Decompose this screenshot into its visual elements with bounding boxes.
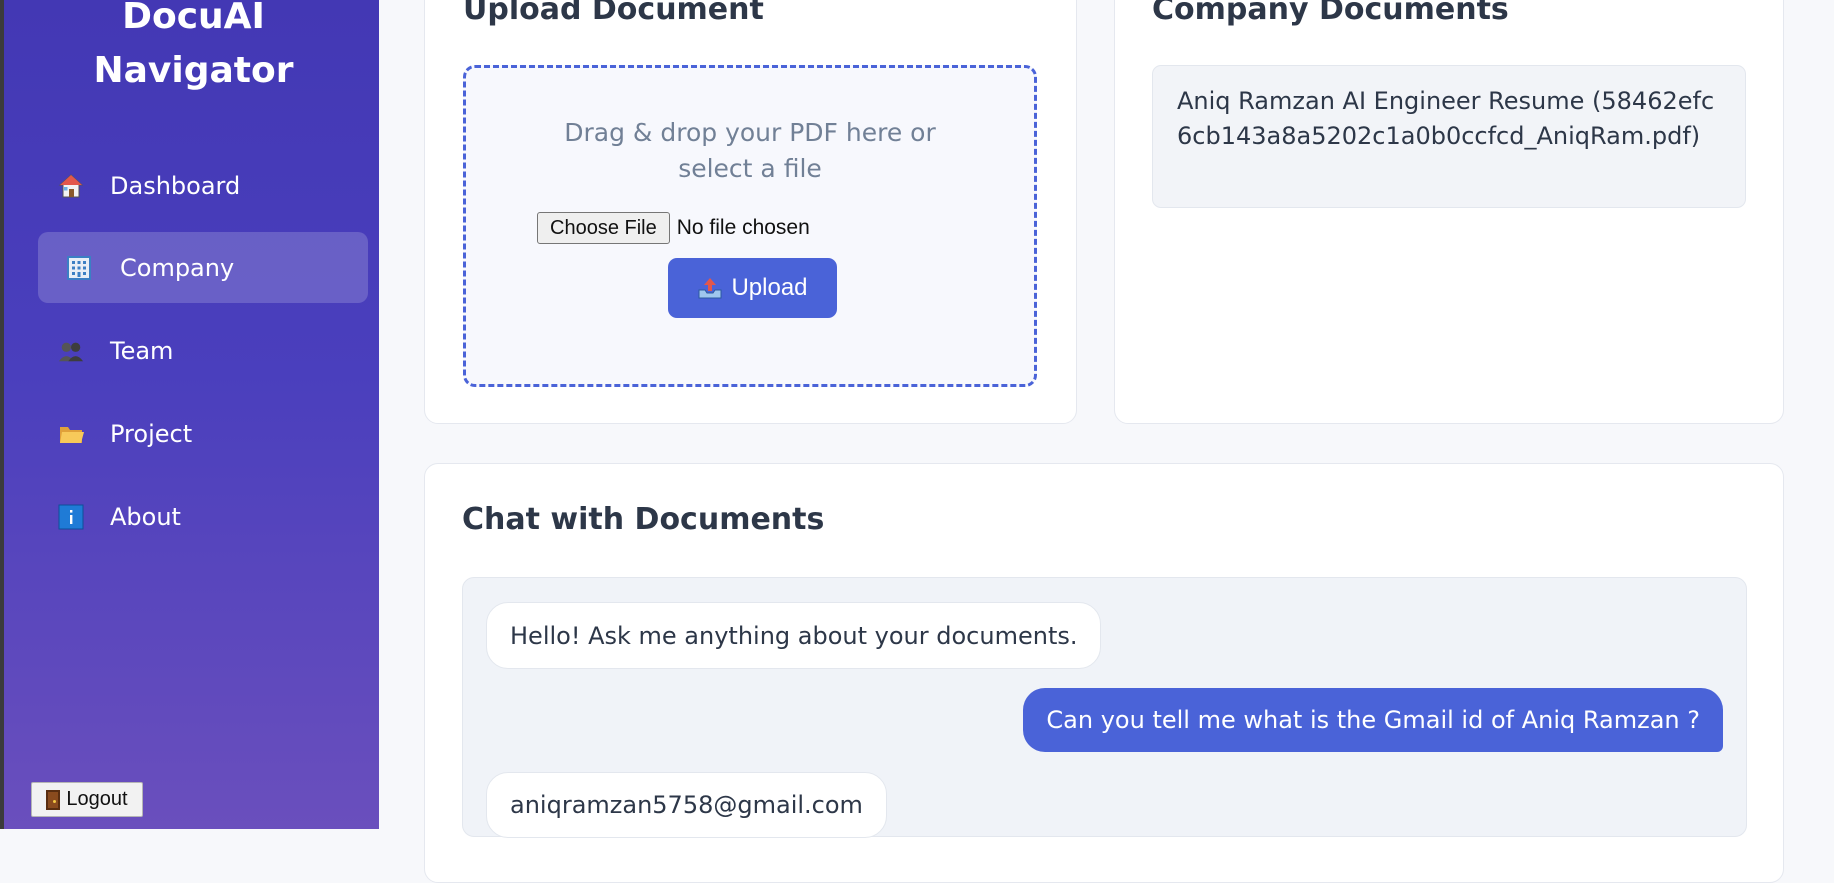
chat-messages[interactable]: Hello! Ask me anything about your docume… <box>462 577 1747 838</box>
file-input[interactable]: Choose File No file chosen <box>537 212 810 244</box>
sidebar-item-label: Company <box>120 253 235 282</box>
bot-message: aniqramzan5758@gmail.com <box>486 772 887 838</box>
door-icon <box>46 789 61 810</box>
brand-line-2: Navigator <box>93 50 294 91</box>
sidebar-item-about[interactable]: About <box>38 481 368 552</box>
file-status-text: No file chosen <box>676 216 810 239</box>
sidebar-item-label: About <box>110 502 181 531</box>
company-documents-title: Company Documents <box>1152 0 1509 27</box>
document-list-item[interactable]: Aniq Ramzan AI Engineer Resume (58462efc… <box>1152 65 1746 208</box>
dropzone-instructions: Drag & drop your PDF here or select a fi… <box>564 118 936 183</box>
upload-button-label: Upload <box>731 274 808 301</box>
sidebar-item-label: Team <box>110 336 174 365</box>
sidebar-item-label: Dashboard <box>110 171 241 200</box>
brand-line-1: DocuAI <box>122 0 265 37</box>
house-icon <box>58 173 84 199</box>
sidebar-item-team[interactable]: Team <box>38 315 368 386</box>
people-icon <box>58 338 84 364</box>
brand-title: DocuAI Navigator <box>4 0 383 98</box>
logout-label: Logout <box>66 788 128 810</box>
folder-icon <box>58 421 84 447</box>
sidebar-item-company[interactable]: Company <box>38 232 368 303</box>
logout-button[interactable]: Logout <box>31 782 143 817</box>
upload-button[interactable]: Upload <box>668 258 837 318</box>
sidebar-item-label: Project <box>110 419 193 448</box>
pdf-dropzone[interactable]: Drag & drop your PDF here or select a fi… <box>463 65 1037 387</box>
sidebar-item-project[interactable]: Project <box>38 398 368 469</box>
company-documents-card <box>1114 0 1784 424</box>
chat-title: Chat with Documents <box>462 502 825 537</box>
user-message: Can you tell me what is the Gmail id of … <box>1023 688 1723 752</box>
bot-message: Hello! Ask me anything about your docume… <box>486 602 1102 669</box>
office-building-icon <box>66 255 92 281</box>
sidebar-item-dashboard[interactable]: Dashboard <box>38 150 368 221</box>
upload-tray-icon <box>697 276 723 300</box>
sidebar: DocuAI Navigator Dashboard Company Team … <box>0 0 379 829</box>
choose-file-button[interactable]: Choose File <box>537 212 670 244</box>
info-icon <box>58 504 84 530</box>
upload-card-title: Upload Document <box>463 0 764 27</box>
